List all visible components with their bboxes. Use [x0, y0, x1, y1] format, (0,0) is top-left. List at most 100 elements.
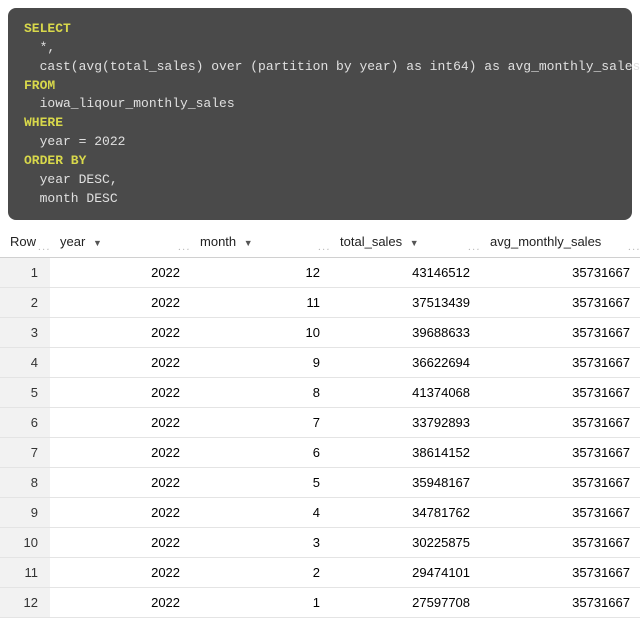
month-cell: 9 — [190, 348, 330, 378]
sql-line: year DESC, — [24, 172, 118, 187]
table-row: 22022113751343935731667 — [0, 288, 640, 318]
total-sales-cell: 37513439 — [330, 288, 480, 318]
year-cell: 2022 — [50, 468, 190, 498]
column-header-row[interactable]: Row ⋰ — [0, 228, 50, 258]
year-cell: 2022 — [50, 498, 190, 528]
sql-line: month DESC — [24, 191, 118, 206]
table-row: 32022103968863335731667 — [0, 318, 640, 348]
table-row: 5202284137406835731667 — [0, 378, 640, 408]
table-row: 6202273379289335731667 — [0, 408, 640, 438]
month-cell: 5 — [190, 468, 330, 498]
row-index-cell: 2 — [0, 288, 50, 318]
month-cell: 8 — [190, 378, 330, 408]
month-cell: 2 — [190, 558, 330, 588]
row-index-cell: 6 — [0, 408, 50, 438]
resize-handle-icon[interactable]: ⋰ — [466, 243, 480, 257]
avg-monthly-sales-cell: 35731667 — [480, 438, 640, 468]
sort-icon[interactable]: ▼ — [93, 238, 102, 248]
sort-icon[interactable]: ▼ — [244, 238, 253, 248]
year-cell: 2022 — [50, 258, 190, 288]
row-index-cell: 7 — [0, 438, 50, 468]
avg-monthly-sales-cell: 35731667 — [480, 528, 640, 558]
table-row: 10202233022587535731667 — [0, 528, 640, 558]
total-sales-cell: 35948167 — [330, 468, 480, 498]
row-index-cell: 4 — [0, 348, 50, 378]
table-row: 12022124314651235731667 — [0, 258, 640, 288]
year-cell: 2022 — [50, 408, 190, 438]
avg-monthly-sales-cell: 35731667 — [480, 498, 640, 528]
month-cell: 6 — [190, 438, 330, 468]
column-header-total-sales[interactable]: total_sales ▼ ⋰ — [330, 228, 480, 258]
column-label: year — [60, 234, 85, 249]
month-cell: 7 — [190, 408, 330, 438]
resize-handle-icon[interactable]: ⋰ — [626, 243, 640, 257]
year-cell: 2022 — [50, 558, 190, 588]
avg-monthly-sales-cell: 35731667 — [480, 588, 640, 618]
total-sales-cell: 30225875 — [330, 528, 480, 558]
row-index-cell: 9 — [0, 498, 50, 528]
table-row: 12202212759770835731667 — [0, 588, 640, 618]
table-row: 9202243478176235731667 — [0, 498, 640, 528]
month-cell: 11 — [190, 288, 330, 318]
row-index-cell: 8 — [0, 468, 50, 498]
row-index-cell: 3 — [0, 318, 50, 348]
month-cell: 12 — [190, 258, 330, 288]
month-cell: 4 — [190, 498, 330, 528]
avg-monthly-sales-cell: 35731667 — [480, 258, 640, 288]
results-table: Row ⋰ year ▼ ⋰ month ▼ ⋰ total_sales ▼ ⋰… — [0, 228, 640, 618]
sql-line: cast(avg(total_sales) over (partition by… — [24, 59, 640, 74]
table-row: 8202253594816735731667 — [0, 468, 640, 498]
column-label: Row — [10, 234, 36, 249]
resize-handle-icon[interactable]: ⋰ — [176, 243, 190, 257]
month-cell: 1 — [190, 588, 330, 618]
year-cell: 2022 — [50, 588, 190, 618]
table-row: 4202293662269435731667 — [0, 348, 640, 378]
month-cell: 10 — [190, 318, 330, 348]
total-sales-cell: 43146512 — [330, 258, 480, 288]
year-cell: 2022 — [50, 378, 190, 408]
table-row: 11202222947410135731667 — [0, 558, 640, 588]
total-sales-cell: 33792893 — [330, 408, 480, 438]
column-label: month — [200, 234, 236, 249]
row-index-cell: 11 — [0, 558, 50, 588]
column-label: total_sales — [340, 234, 402, 249]
results-tbody: 1202212431465123573166722022113751343935… — [0, 258, 640, 618]
avg-monthly-sales-cell: 35731667 — [480, 288, 640, 318]
table-row: 7202263861415235731667 — [0, 438, 640, 468]
total-sales-cell: 36622694 — [330, 348, 480, 378]
total-sales-cell: 34781762 — [330, 498, 480, 528]
row-index-cell: 5 — [0, 378, 50, 408]
row-index-cell: 1 — [0, 258, 50, 288]
sql-line: year = 2022 — [24, 134, 125, 149]
year-cell: 2022 — [50, 318, 190, 348]
avg-monthly-sales-cell: 35731667 — [480, 468, 640, 498]
total-sales-cell: 38614152 — [330, 438, 480, 468]
total-sales-cell: 27597708 — [330, 588, 480, 618]
total-sales-cell: 41374068 — [330, 378, 480, 408]
avg-monthly-sales-cell: 35731667 — [480, 348, 640, 378]
sql-keyword-where: WHERE — [24, 115, 63, 130]
avg-monthly-sales-cell: 35731667 — [480, 378, 640, 408]
sql-keyword-select: SELECT — [24, 21, 71, 36]
row-index-cell: 10 — [0, 528, 50, 558]
avg-monthly-sales-cell: 35731667 — [480, 558, 640, 588]
column-header-avg-monthly-sales[interactable]: avg_monthly_sales ⋰ — [480, 228, 640, 258]
column-header-year[interactable]: year ▼ ⋰ — [50, 228, 190, 258]
avg-monthly-sales-cell: 35731667 — [480, 318, 640, 348]
sql-keyword-from: FROM — [24, 78, 55, 93]
sql-line: iowa_liqour_monthly_sales — [24, 96, 235, 111]
sql-keyword-orderby: ORDER BY — [24, 153, 86, 168]
avg-monthly-sales-cell: 35731667 — [480, 408, 640, 438]
sql-code-block: SELECT *, cast(avg(total_sales) over (pa… — [8, 8, 632, 220]
year-cell: 2022 — [50, 438, 190, 468]
column-header-month[interactable]: month ▼ ⋰ — [190, 228, 330, 258]
year-cell: 2022 — [50, 528, 190, 558]
sql-line: *, — [24, 40, 55, 55]
month-cell: 3 — [190, 528, 330, 558]
total-sales-cell: 29474101 — [330, 558, 480, 588]
resize-handle-icon[interactable]: ⋰ — [36, 243, 50, 257]
sort-icon[interactable]: ▼ — [410, 238, 419, 248]
year-cell: 2022 — [50, 288, 190, 318]
resize-handle-icon[interactable]: ⋰ — [316, 243, 330, 257]
row-index-cell: 12 — [0, 588, 50, 618]
